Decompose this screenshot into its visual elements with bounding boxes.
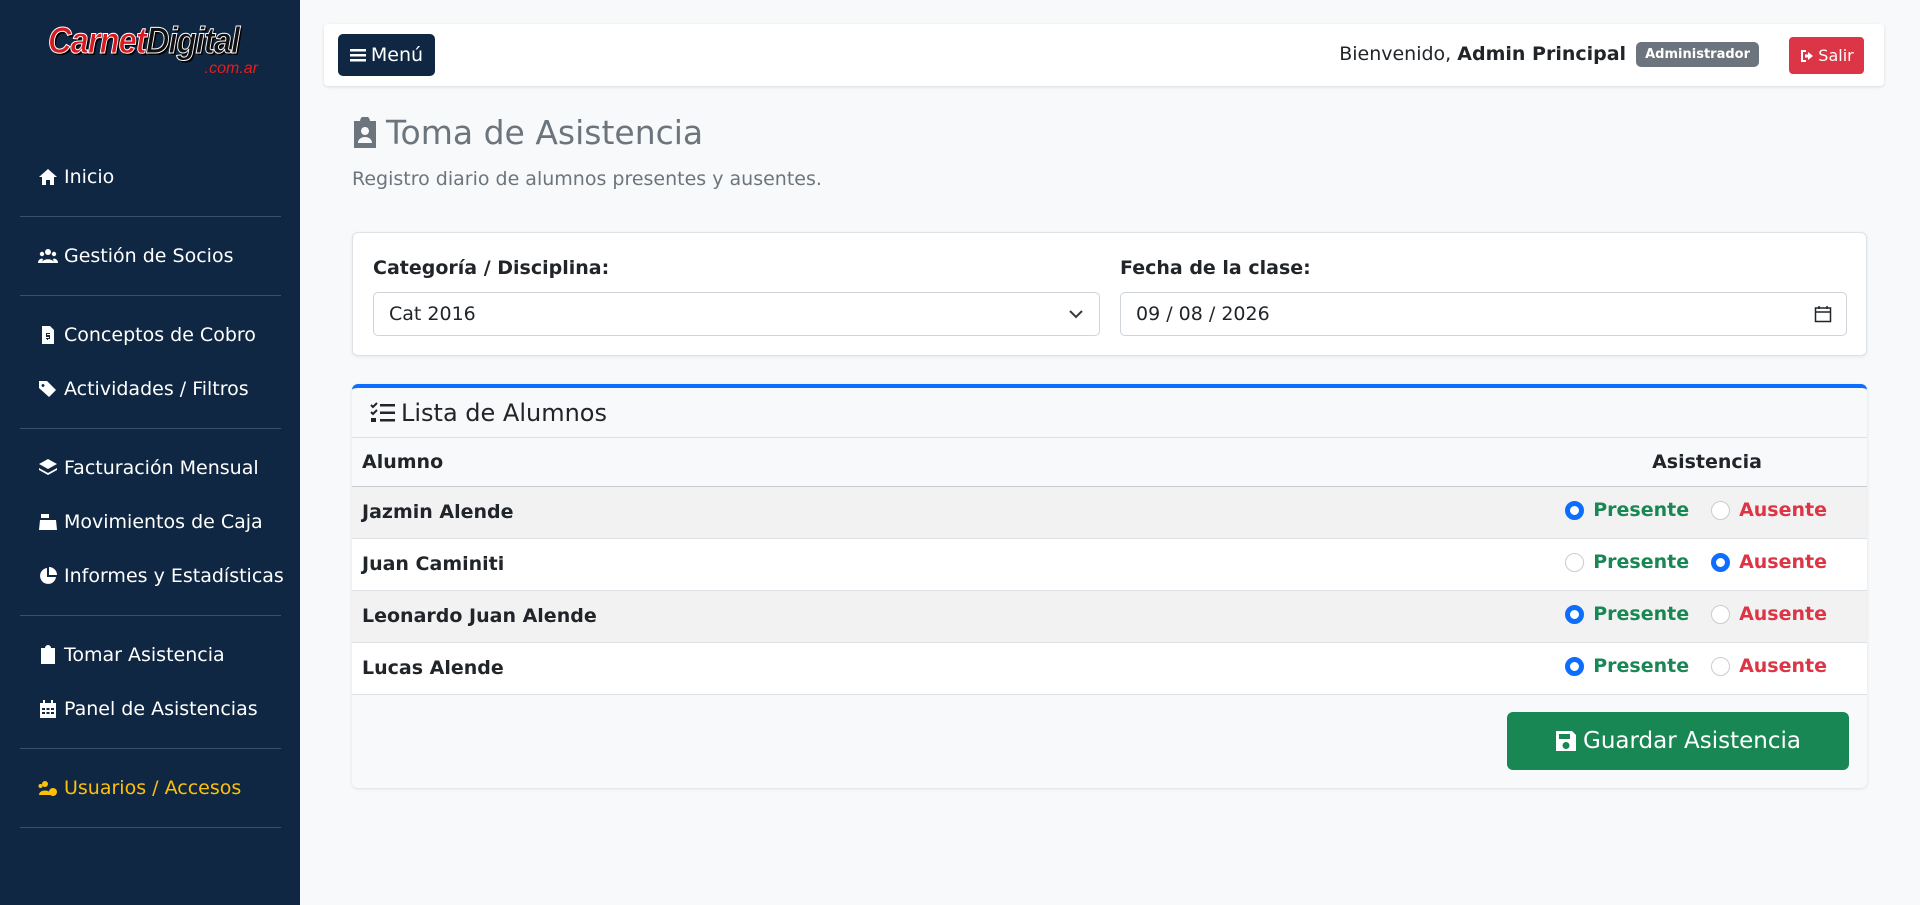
chevron-down-icon [1069,310,1083,319]
table-row: Juan Caminiti Presente Ausente [352,538,1867,591]
floppy-disk-icon [1556,731,1576,751]
logout-button[interactable]: Salir [1789,37,1864,74]
student-name: Lucas Alende [352,642,993,695]
clipboard-user-icon [354,116,376,148]
list-check-icon [370,401,395,422]
cash-register-icon [39,514,57,530]
invoice-icon [42,326,54,344]
home-icon [39,169,57,185]
present-radio[interactable]: Presente [1565,603,1689,625]
sidebar-item-usuarios[interactable]: Usuarios / Accesos [20,761,281,815]
clipboard-user-icon [41,645,55,664]
radio-indicator[interactable] [1711,604,1731,624]
absent-radio[interactable]: Ausente [1711,551,1827,573]
student-name: Juan Caminiti [352,538,993,591]
welcome-message: Bienvenido, Admin Principal Administrado… [1339,42,1759,67]
attendance-options: Presente Ausente [992,590,1867,643]
radio-indicator[interactable] [1711,552,1731,572]
user-name: Admin Principal [1457,43,1627,65]
role-badge: Administrador [1636,42,1759,67]
present-radio[interactable]: Presente [1565,551,1689,573]
student-name: Leonardo Juan Alende [352,590,993,643]
radio-indicator[interactable] [1565,500,1585,520]
brand-logo[interactable]: CarnetDigital .com.ar [48,20,258,84]
calendar-icon[interactable] [1814,305,1832,323]
layers-icon [39,459,57,475]
attendance-options: Presente Ausente [992,642,1867,695]
column-header-student: Alumno [352,438,993,487]
sidebar-item-conceptos[interactable]: Conceptos de Cobro [20,308,281,362]
sign-out-icon [1801,49,1814,62]
students-card-header: Lista de Alumnos [352,388,1867,438]
page-subtitle: Registro diario de alumnos presentes y a… [352,168,822,190]
sidebar-item-socios[interactable]: Gestión de Socios [20,229,281,283]
sidebar-item-caja[interactable]: Movimientos de Caja [20,495,281,549]
present-radio[interactable]: Presente [1565,655,1689,677]
radio-indicator[interactable] [1711,656,1731,676]
category-select[interactable]: Cat 2016 [373,292,1100,336]
table-row: Jazmin Alende Presente Ausente [352,486,1867,539]
calendar-icon [40,700,56,718]
radio-indicator[interactable] [1565,552,1585,572]
table-row: Leonardo Juan Alende Presente Ausente [352,590,1867,643]
date-input[interactable]: 09 / 08 / 2026 [1120,292,1847,336]
attendance-options: Presente Ausente [992,486,1867,539]
users-gear-icon [38,781,57,796]
radio-indicator[interactable] [1565,604,1585,624]
date-label: Fecha de la clase: [1120,257,1311,279]
bars-icon [349,49,366,62]
absent-radio[interactable]: Ausente [1711,603,1827,625]
column-header-attendance: Asistencia [992,438,1867,487]
save-attendance-button[interactable]: Guardar Asistencia [1507,712,1849,770]
absent-radio[interactable]: Ausente [1711,499,1827,521]
sidebar-item-tomar-asistencia[interactable]: Tomar Asistencia [20,628,281,682]
sidebar-nav: Inicio Gestión de Socios Conceptos de Co… [20,150,284,828]
sidebar-item-actividades[interactable]: Actividades / Filtros [20,362,281,416]
page-title: Toma de Asistencia [352,113,703,152]
attendance-options: Presente Ausente [992,538,1867,591]
radio-indicator[interactable] [1565,656,1585,676]
absent-radio[interactable]: Ausente [1711,655,1827,677]
present-radio[interactable]: Presente [1565,499,1689,521]
top-bar: Menú Bienvenido, Admin Principal Adminis… [324,24,1884,86]
filters-card: Categoría / Disciplina: Cat 2016 Fecha d… [352,232,1867,356]
tags-icon [39,381,56,397]
students-card: Lista de Alumnos Alumno Asistencia Jazmi… [352,384,1867,788]
sidebar-item-panel-asistencias[interactable]: Panel de Asistencias [20,682,281,736]
radio-indicator[interactable] [1711,500,1731,520]
sidebar: CarnetDigital .com.ar Inicio Gestión de … [0,0,300,905]
pie-chart-icon [40,567,57,584]
users-icon [38,249,58,263]
sidebar-item-facturacion[interactable]: Facturación Mensual [20,441,281,495]
category-label: Categoría / Disciplina: [373,257,610,279]
table-row: Lucas Alende Presente Ausente [352,642,1867,695]
sidebar-item-informes[interactable]: Informes y Estadísticas [20,549,284,603]
menu-button[interactable]: Menú [338,34,435,76]
students-table: Alumno Asistencia Jazmin Alende Presente A… [352,438,1867,695]
sidebar-item-inicio[interactable]: Inicio [20,150,281,204]
student-name: Jazmin Alende [352,486,993,539]
